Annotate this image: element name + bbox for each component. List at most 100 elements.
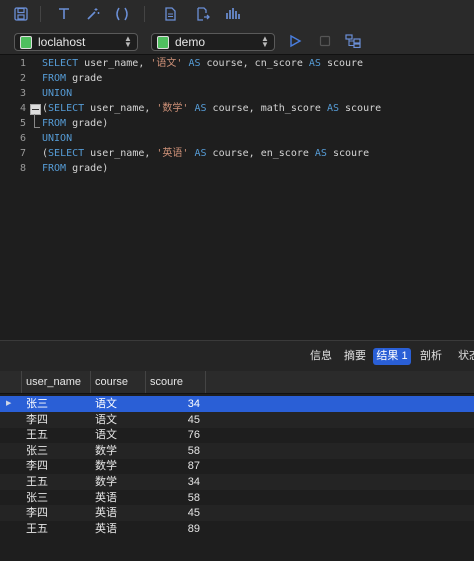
connection-select[interactable]: loclahost ▲ ▼	[14, 33, 138, 51]
table-cell[interactable]: 语文	[91, 412, 146, 428]
toolbar-divider	[144, 6, 145, 22]
explain-icon[interactable]	[224, 5, 242, 23]
sql-keyword: AS	[314, 148, 327, 159]
table-cell[interactable]: 45	[146, 412, 206, 428]
sql-text: user_name,	[84, 148, 157, 159]
line-number: 7	[19, 148, 26, 159]
format-icon[interactable]	[55, 5, 73, 23]
code-text: UNION	[42, 86, 72, 101]
table-cell[interactable]: 语文	[91, 396, 146, 412]
fold-toggle-icon[interactable]	[30, 104, 41, 115]
editor-line[interactable]: 7 (SELECT user_name, '英语' AS course, en_s…	[0, 146, 474, 161]
code-text: (SELECT user_name, '数学' AS course, math_…	[42, 101, 381, 116]
table-cell[interactable]: 89	[146, 521, 206, 537]
grid-header: user_name course scoure	[0, 371, 474, 394]
table-cell[interactable]: 87	[146, 458, 206, 474]
sql-text: user_name,	[84, 103, 157, 114]
sql-text: grade)	[66, 163, 109, 174]
export-icon[interactable]	[194, 5, 212, 23]
table-cell[interactable]: 英语	[91, 505, 146, 521]
sql-keyword: UNION	[42, 133, 73, 144]
table-cell[interactable]: 王五	[22, 474, 91, 490]
database-select[interactable]: demo ▲ ▼	[151, 33, 275, 51]
table-cell[interactable]: 数学	[91, 458, 146, 474]
table-cell[interactable]: 数学	[91, 474, 146, 490]
beautify-icon[interactable]	[84, 5, 102, 23]
table-cell[interactable]: 数学	[91, 443, 146, 459]
table-cell[interactable]: 王五	[22, 521, 91, 537]
save-icon[interactable]	[12, 5, 30, 23]
database-icon	[157, 35, 169, 49]
main-toolbar	[0, 0, 474, 28]
result-tab[interactable]: 信息	[310, 348, 332, 365]
sql-text: scoure	[326, 148, 370, 159]
table-cell[interactable]: 张三	[22, 396, 91, 412]
table-cell[interactable]: 英语	[91, 521, 146, 537]
editor-line[interactable]: 4 (SELECT user_name, '数学' AS course, math…	[0, 101, 474, 116]
table-cell[interactable]: 58	[146, 443, 206, 459]
sql-keyword: SELECT	[48, 103, 85, 114]
result-tab[interactable]: 摘要	[344, 348, 366, 365]
sql-string: '数学'	[156, 103, 189, 114]
table-cell[interactable]: 34	[146, 396, 206, 412]
sql-text: grade)	[66, 118, 109, 129]
editor-line[interactable]: 6 UNION	[0, 131, 474, 146]
sql-keyword: SELECT	[42, 58, 79, 69]
table-row[interactable]: 张三 英语 58	[0, 490, 474, 506]
toolbar-divider	[40, 6, 41, 22]
sql-editor[interactable]: 1 SELECT user_name, '语文' AS course, cn_sc…	[0, 55, 474, 338]
run-icon[interactable]	[286, 32, 304, 50]
sql-keyword: AS	[194, 103, 207, 114]
parentheses-icon[interactable]	[113, 5, 131, 23]
table-cell[interactable]: 76	[146, 427, 206, 443]
table-cell[interactable]: 李四	[22, 458, 91, 474]
table-cell[interactable]: 34	[146, 474, 206, 490]
column-header-user-name[interactable]: user_name	[22, 371, 91, 393]
line-number: 1	[19, 58, 26, 69]
table-cell[interactable]: 李四	[22, 505, 91, 521]
editor-line[interactable]: 1 SELECT user_name, '语文' AS course, cn_sc…	[0, 56, 474, 71]
table-row[interactable]: 李四 英语 45	[0, 505, 474, 522]
table-cell[interactable]: 李四	[22, 412, 91, 428]
line-number: 6	[19, 133, 26, 144]
line-number: 8	[19, 163, 26, 174]
sql-keyword: FROM	[42, 163, 67, 174]
table-row[interactable]: 王五 语文 76	[0, 427, 474, 443]
table-cell[interactable]: 王五	[22, 427, 91, 443]
code-text: SELECT user_name, '语文' AS course, cn_sco…	[42, 56, 363, 71]
editor-line[interactable]: 3 UNION	[0, 86, 474, 101]
editor-line[interactable]: 2 FROM grade	[0, 71, 474, 86]
document-icon[interactable]	[161, 5, 179, 23]
table-row[interactable]: 李四 数学 87	[0, 458, 474, 474]
code-text: (SELECT user_name, '英语' AS course, en_sc…	[42, 146, 369, 161]
sql-keyword: AS	[326, 103, 339, 114]
table-cell[interactable]: 58	[146, 490, 206, 506]
table-row[interactable]: 王五 英语 89	[0, 521, 474, 537]
code-text: FROM grade	[42, 71, 102, 86]
table-cell[interactable]: 张三	[22, 443, 91, 459]
line-number: 5	[19, 118, 26, 129]
table-cell[interactable]: 45	[146, 505, 206, 521]
result-tab[interactable]: 状态	[454, 348, 474, 365]
table-cell[interactable]: 英语	[91, 490, 146, 506]
result-tab[interactable]: 结果 1	[373, 348, 411, 365]
table-row[interactable]: ▶ 张三 语文 34	[0, 396, 474, 412]
result-grid[interactable]: user_name course scoure ▶ 张三 语文 34 李四 语文 45 王五语…	[0, 371, 474, 561]
column-header-scoure[interactable]: scoure	[146, 371, 206, 393]
table-cell[interactable]: 张三	[22, 490, 91, 506]
line-number: 3	[19, 88, 26, 99]
table-row[interactable]: 李四 语文 45	[0, 411, 474, 428]
editor-line[interactable]: 8 FROM grade)	[0, 161, 474, 176]
connection-select-value: loclahost	[38, 35, 86, 49]
column-header-course[interactable]: course	[91, 371, 146, 393]
result-tab[interactable]: 剖析	[420, 348, 442, 365]
stop-icon[interactable]	[316, 32, 334, 50]
editor-line[interactable]: 5 FROM grade)	[0, 116, 474, 131]
code-text: FROM grade)	[42, 161, 108, 176]
table-row[interactable]: 张三 数学 58	[0, 442, 474, 459]
sql-keyword: AS	[308, 58, 321, 69]
table-row[interactable]: 王五 数学 34	[0, 474, 474, 490]
sql-text: course, en_score	[206, 148, 315, 159]
table-cell[interactable]: 语文	[91, 427, 146, 443]
explain-plan-icon[interactable]	[344, 32, 362, 50]
